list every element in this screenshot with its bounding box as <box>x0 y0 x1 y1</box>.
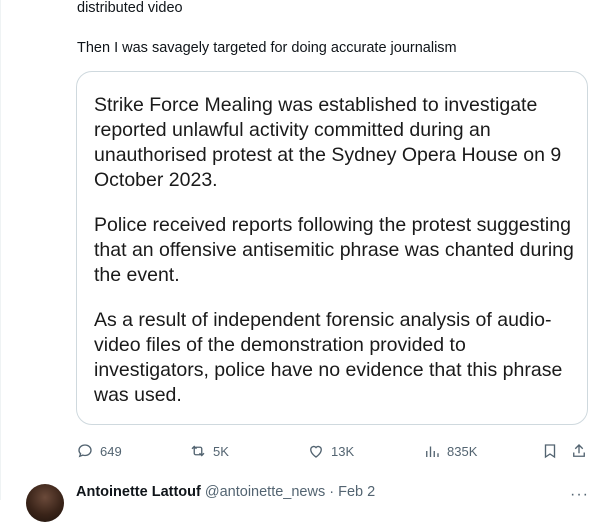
display-name[interactable]: Antoinette Lattouf <box>76 484 201 500</box>
tweet-text-line: Then I was savagely targeted for doing a… <box>77 40 457 56</box>
tweet-actions-bar: 649 5K 13K 835K <box>76 440 588 462</box>
reply-count: 649 <box>100 443 122 459</box>
heart-icon <box>310 445 322 458</box>
handle-and-date[interactable]: @antoinette_news · Feb 2 <box>205 484 375 500</box>
like-count: 13K <box>331 443 355 459</box>
quoted-image-card[interactable]: Strike Force Mealing was established to … <box>76 71 588 425</box>
tweet-text-line: distributed video <box>77 0 183 16</box>
more-options-icon[interactable]: ··· <box>570 486 589 504</box>
statement-paragraph: Strike Force Mealing was established to … <box>94 94 562 191</box>
bookmark-button[interactable] <box>541 440 565 462</box>
views-icon <box>426 446 439 457</box>
thread-rail <box>0 0 10 500</box>
share-button[interactable] <box>570 440 594 462</box>
share-icon <box>573 444 585 457</box>
views-count: 835K <box>447 443 478 459</box>
views-button[interactable]: 835K <box>423 440 477 462</box>
retweet-button[interactable]: 5K <box>189 440 229 462</box>
next-tweet[interactable]: Antoinette Lattouf @antoinette_news · Fe… <box>0 478 596 522</box>
tweet-header: Antoinette Lattouf @antoinette_news · Fe… <box>76 484 375 500</box>
retweet-count: 5K <box>213 443 229 459</box>
reply-icon <box>78 444 92 458</box>
statement-paragraph: As a result of independent forensic anal… <box>94 309 563 406</box>
like-button[interactable]: 13K <box>307 440 354 462</box>
retweet-icon <box>191 445 205 457</box>
reply-button[interactable]: 649 <box>76 440 122 462</box>
statement-paragraph: Police received reports following the pr… <box>94 214 574 286</box>
quoted-statement: Strike Force Mealing was established to … <box>94 93 584 428</box>
bookmark-icon <box>544 444 556 459</box>
avatar[interactable] <box>26 484 64 522</box>
